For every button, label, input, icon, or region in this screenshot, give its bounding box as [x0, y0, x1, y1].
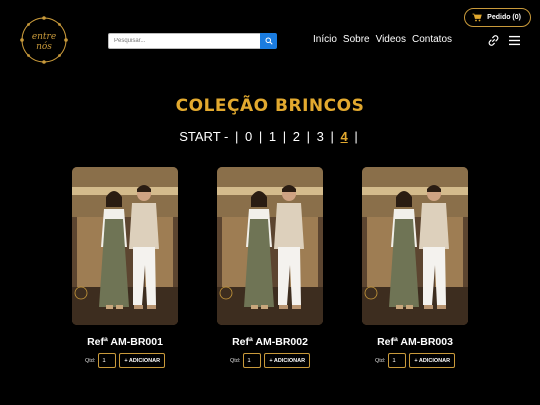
pagination-start[interactable]: START - [179, 129, 228, 144]
add-to-cart-button[interactable]: + ADICIONAR [119, 353, 166, 368]
logo[interactable]: entre nós [18, 14, 70, 66]
cart-label: Pedido (0) [487, 14, 521, 21]
page-link-4-active[interactable]: 4 [341, 129, 348, 144]
search-button[interactable] [260, 33, 277, 49]
logo-text: entre [32, 32, 56, 42]
search-icon [265, 37, 273, 45]
add-to-cart-button[interactable]: + ADICIONAR [409, 353, 456, 368]
product-card: Refª AM-BR001 Qtd: + ADICIONAR [72, 167, 178, 368]
product-photo[interactable] [217, 167, 323, 325]
product-ref: Refª AM-BR001 [87, 336, 163, 348]
nav-videos[interactable]: Videos [376, 34, 406, 45]
page-link-0[interactable]: 0 [245, 129, 252, 144]
nav-sobre[interactable]: Sobre [343, 34, 370, 45]
product-ref: Refª AM-BR003 [377, 336, 453, 348]
page-link-1[interactable]: 1 [269, 129, 276, 144]
qty-input[interactable] [388, 353, 407, 368]
svg-text:nós: nós [36, 41, 52, 52]
product-photo[interactable] [362, 167, 468, 325]
qty-input[interactable] [98, 353, 117, 368]
qty-row: Qtd: + ADICIONAR [72, 353, 178, 368]
qty-input[interactable] [243, 353, 262, 368]
product-photo[interactable] [72, 167, 178, 325]
nav-contatos[interactable]: Contatos [412, 34, 452, 45]
main-nav: Início Sobre Videos Contatos [313, 34, 452, 45]
product-image [362, 167, 468, 325]
product-ref: Refª AM-BR002 [232, 336, 308, 348]
product-card: Refª AM-BR003 Qtd: + ADICIONAR [362, 167, 468, 368]
page-link-2[interactable]: 2 [293, 129, 300, 144]
qty-label: Qtd: [229, 357, 241, 364]
logo-icon: entre nós [20, 16, 68, 64]
cart-button[interactable]: Pedido (0) [464, 8, 531, 27]
product-card: Refª AM-BR002 Qtd: + ADICIONAR [217, 167, 323, 368]
search-bar [108, 33, 277, 49]
qty-label: Qtd: [84, 357, 96, 364]
pagination: START - | 0 | 1 | 2 | 3 | 4 | [179, 129, 358, 144]
link-icon[interactable] [487, 34, 500, 47]
product-image [217, 167, 323, 325]
collection-title: COLEÇÃO BRINCOS [175, 96, 365, 116]
menu-icon[interactable] [509, 35, 520, 46]
page-link-3[interactable]: 3 [317, 129, 324, 144]
add-to-cart-button[interactable]: + ADICIONAR [264, 353, 311, 368]
qty-row: Qtd: + ADICIONAR [362, 353, 468, 368]
search-input[interactable] [108, 33, 260, 49]
nav-inicio[interactable]: Início [313, 34, 337, 45]
qty-label: Qtd: [374, 357, 386, 364]
product-image [72, 167, 178, 325]
qty-row: Qtd: + ADICIONAR [217, 353, 323, 368]
cart-icon [472, 13, 482, 22]
